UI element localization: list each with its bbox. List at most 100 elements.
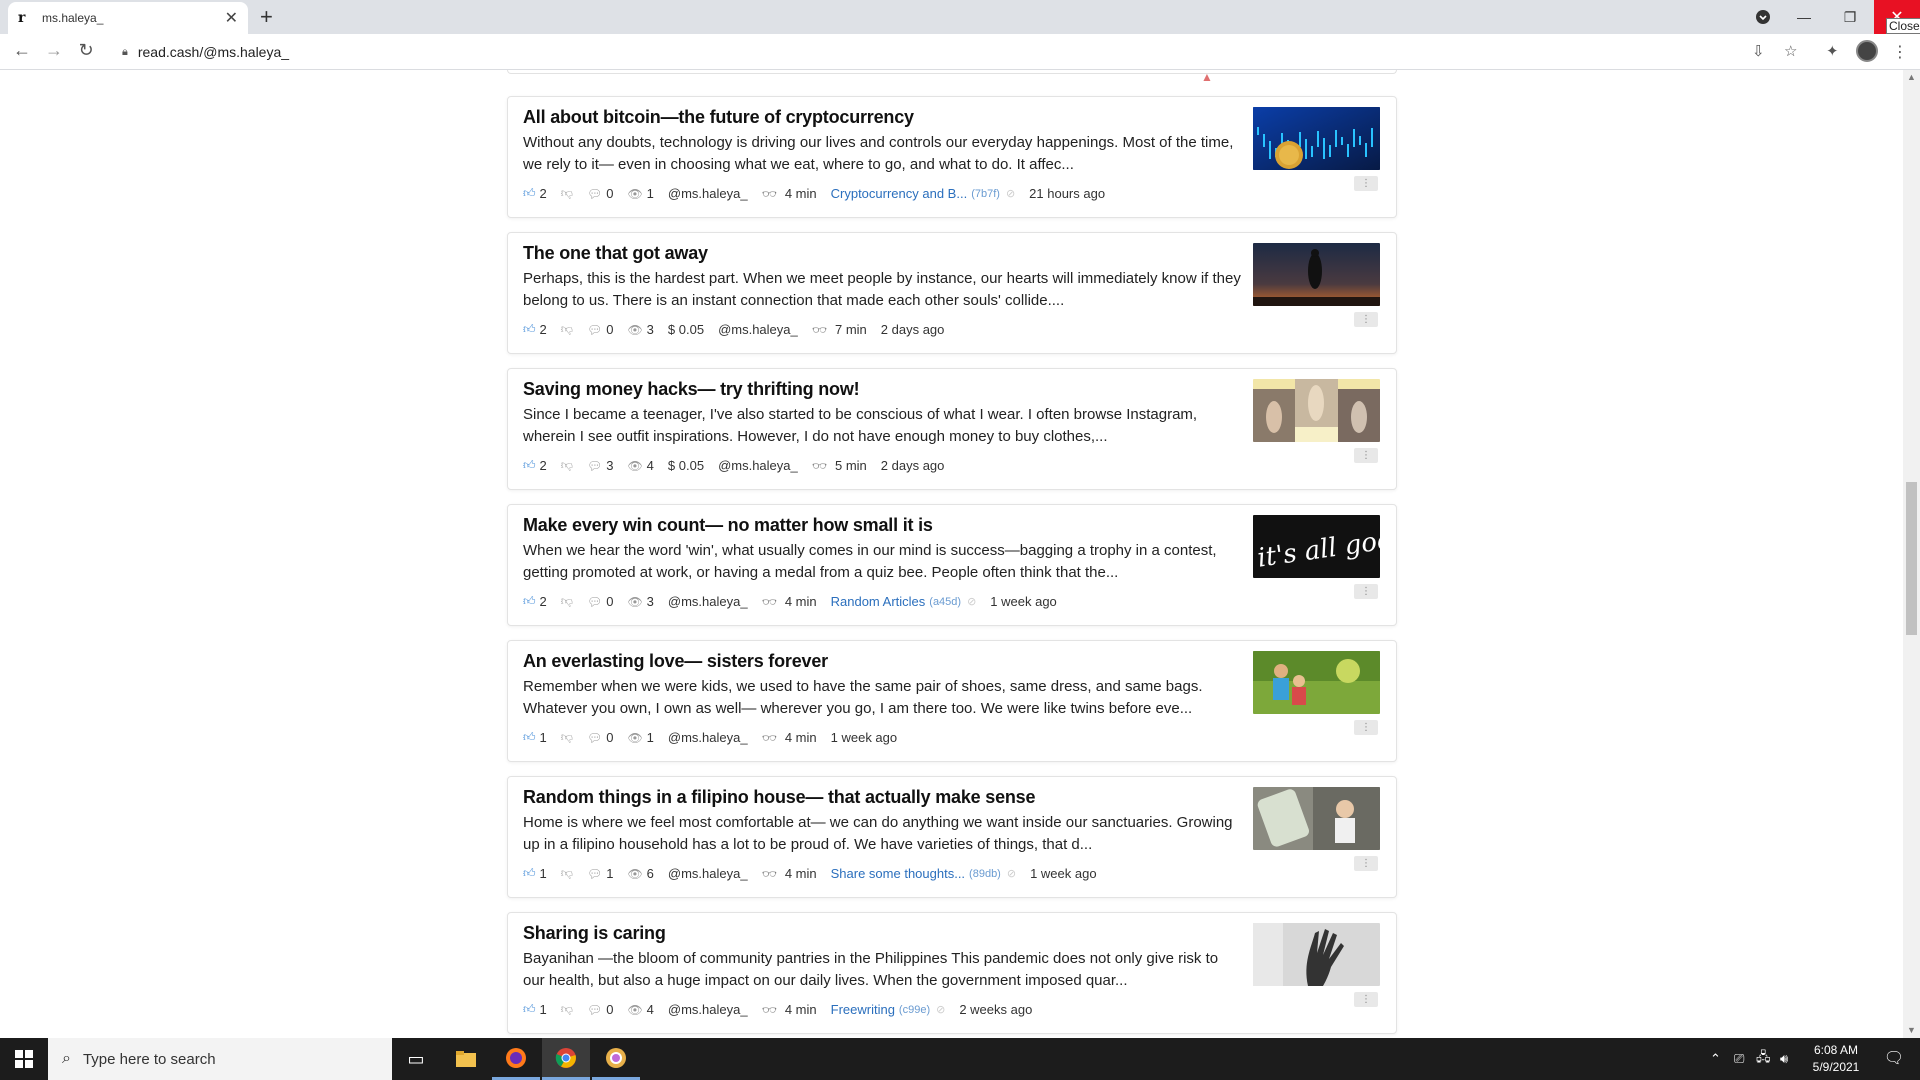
thumbs-down-icon[interactable]: 👎︎ xyxy=(561,730,573,745)
notification-bell-icon[interactable]: ▲ xyxy=(1201,70,1213,84)
profile-avatar[interactable] xyxy=(1856,40,1878,62)
more-options-button[interactable]: ⋮ xyxy=(1354,176,1378,191)
tray-overflow-chevron-icon[interactable]: ⌃ xyxy=(1710,1038,1721,1080)
article-title[interactable]: Make every win count— no matter how smal… xyxy=(523,515,933,536)
likes[interactable]: 👍︎ 2 xyxy=(523,322,547,337)
windows-start-button[interactable] xyxy=(0,1038,48,1080)
likes[interactable]: 👍︎ 1 xyxy=(523,866,547,881)
chrome-icon[interactable] xyxy=(542,1038,590,1080)
tab-close-icon[interactable]: ✕ xyxy=(225,8,238,28)
comments[interactable]: 💬︎ 3 xyxy=(587,458,613,473)
new-tab-button[interactable]: + xyxy=(260,4,273,30)
hand-shadow-image[interactable] xyxy=(1253,923,1380,986)
reload-icon[interactable]: ↻ xyxy=(74,40,98,61)
its-all-good-image[interactable]: it's all good xyxy=(1253,515,1380,578)
thumbs-down-icon[interactable]: 👎︎ xyxy=(561,458,573,473)
outfit-collage-image[interactable] xyxy=(1253,379,1380,442)
community-link[interactable]: Random Articles (a45d) ⊘ xyxy=(831,594,977,609)
browser-tab[interactable]: r ms.haleya_ ✕ xyxy=(8,2,248,34)
meet-now-icon[interactable]: ⎚ xyxy=(1734,1038,1744,1080)
more-options-button[interactable]: ⋮ xyxy=(1354,856,1378,871)
thumbs-up-icon[interactable]: 👍︎ xyxy=(523,1002,536,1017)
scroll-thumb[interactable] xyxy=(1906,482,1917,635)
article-card[interactable]: Saving money hacks— try thrifting now! Si… xyxy=(507,368,1397,490)
thumbs-down-icon[interactable]: 👎︎ xyxy=(561,186,573,201)
author-link[interactable]: @ms.haleya_ xyxy=(668,186,748,201)
firefox-icon[interactable] xyxy=(492,1038,540,1080)
thumbs-up-icon[interactable]: 👍︎ xyxy=(523,730,536,745)
taskbar-search-box[interactable]: ⌕ Type here to search xyxy=(48,1038,392,1080)
kids-playing-image[interactable] xyxy=(1253,651,1380,714)
article-title[interactable]: All about bitcoin—the future of cryptocu… xyxy=(523,107,914,128)
author-link[interactable]: @ms.haleya_ xyxy=(668,1002,748,1017)
thumbs-up-icon[interactable]: 👍︎ xyxy=(523,186,536,201)
author-link[interactable]: @ms.haleya_ xyxy=(718,322,798,337)
community-link[interactable]: Share some thoughts... (89db) ⊘ xyxy=(831,866,1016,881)
author-link[interactable]: @ms.haleya_ xyxy=(668,594,748,609)
likes[interactable]: 👍︎ 1 xyxy=(523,1002,547,1017)
network-icon[interactable]: 🖧︎ xyxy=(1756,1038,1771,1080)
article-card[interactable]: Random things in a filipino house— that … xyxy=(507,776,1397,898)
more-options-button[interactable]: ⋮ xyxy=(1354,312,1378,327)
sunset-couple-image[interactable] xyxy=(1253,243,1380,306)
bookmark-star-icon[interactable]: ☆ xyxy=(1784,42,1797,60)
article-title[interactable]: Random things in a filipino house— that … xyxy=(523,787,1036,808)
more-options-button[interactable]: ⋮ xyxy=(1354,584,1378,599)
bitcoin-image[interactable] xyxy=(1253,107,1380,170)
chrome-profile-app-icon[interactable] xyxy=(592,1038,640,1080)
article-card[interactable]: Make every win count— no matter how smal… xyxy=(507,504,1397,626)
comments[interactable]: 💬︎ 0 xyxy=(587,322,613,337)
likes[interactable]: 👍︎ 2 xyxy=(523,458,547,473)
taskbar-clock[interactable]: 6:08 AM 5/9/2021 xyxy=(1796,1042,1876,1076)
volume-icon[interactable]: 🔊︎ xyxy=(1780,1038,1788,1080)
author-link[interactable]: @ms.haleya_ xyxy=(718,458,798,473)
chrome-profile-dropdown-icon[interactable] xyxy=(1740,0,1786,34)
article-card[interactable]: The one that got away Perhaps, this is th… xyxy=(507,232,1397,354)
article-title[interactable]: Sharing is caring xyxy=(523,923,666,944)
scroll-down-arrow-icon[interactable]: ▼ xyxy=(1907,1025,1916,1035)
article-title[interactable]: The one that got away xyxy=(523,243,708,264)
comments[interactable]: 💬︎ 1 xyxy=(587,866,613,881)
scroll-up-arrow-icon[interactable]: ▲ xyxy=(1907,72,1916,82)
thumbs-down-icon[interactable]: 👎︎ xyxy=(561,1002,573,1017)
action-center-icon[interactable]: 🗨︎ xyxy=(1876,1048,1912,1068)
thumbs-up-icon[interactable]: 👍︎ xyxy=(523,322,536,337)
community-link[interactable]: Cryptocurrency and B... (7b7f) ⊘ xyxy=(831,186,1016,201)
author-link[interactable]: @ms.haleya_ xyxy=(668,730,748,745)
extensions-puzzle-icon[interactable]: ✦ xyxy=(1826,42,1839,60)
thumbs-up-icon[interactable]: 👍︎ xyxy=(523,866,536,881)
thumbs-up-icon[interactable]: 👍︎ xyxy=(523,458,536,473)
thumbs-down-icon[interactable]: 👎︎ xyxy=(561,322,573,337)
likes[interactable]: 👍︎ 2 xyxy=(523,594,547,609)
article-card[interactable]: Sharing is caring Bayanihan —the bloom of… xyxy=(507,912,1397,1034)
community-link[interactable]: Freewriting (c99e) ⊘ xyxy=(831,1002,946,1017)
more-options-button[interactable]: ⋮ xyxy=(1354,992,1378,1007)
thumbs-up-icon[interactable]: 👍︎ xyxy=(523,594,536,609)
article-title[interactable]: An everlasting love— sisters forever xyxy=(523,651,828,672)
install-app-icon[interactable]: ⇩ xyxy=(1752,42,1765,60)
file-explorer-icon[interactable] xyxy=(442,1038,490,1080)
thumbs-down-icon[interactable]: 👎︎ xyxy=(561,594,573,609)
filipino-house-image[interactable] xyxy=(1253,787,1380,850)
thumbs-down-icon[interactable]: 👎︎ xyxy=(561,866,573,881)
article-card[interactable]: All about bitcoin—the future of cryptocu… xyxy=(507,96,1397,218)
restore-window-button[interactable]: ❐ xyxy=(1827,0,1873,34)
comments[interactable]: 💬︎ 0 xyxy=(587,1002,613,1017)
comments[interactable]: 💬︎ 0 xyxy=(587,730,613,745)
minimize-window-button[interactable]: — xyxy=(1781,0,1827,34)
article-title[interactable]: Saving money hacks— try thrifting now! xyxy=(523,379,860,400)
author-link[interactable]: @ms.haleya_ xyxy=(668,866,748,881)
likes[interactable]: 👍︎ 2 xyxy=(523,186,547,201)
article-card[interactable]: An everlasting love— sisters forever Reme… xyxy=(507,640,1397,762)
page-scrollbar[interactable]: ▲ ▼ xyxy=(1903,70,1920,1038)
comments[interactable]: 💬︎ 0 xyxy=(587,594,613,609)
likes[interactable]: 👍︎ 1 xyxy=(523,730,547,745)
back-arrow-icon[interactable]: ← xyxy=(10,40,34,61)
comments[interactable]: 💬︎ 0 xyxy=(587,186,613,201)
more-options-button[interactable]: ⋮ xyxy=(1354,720,1378,735)
browser-menu-icon[interactable]: ⋮ xyxy=(1892,42,1908,62)
more-options-button[interactable]: ⋮ xyxy=(1354,448,1378,463)
task-view-icon[interactable]: ▭ xyxy=(392,1038,440,1080)
forward-arrow-icon[interactable]: → xyxy=(42,40,66,61)
address-bar[interactable]: 🔒︎ read.cash/@ms.haleya_ xyxy=(110,37,1785,67)
